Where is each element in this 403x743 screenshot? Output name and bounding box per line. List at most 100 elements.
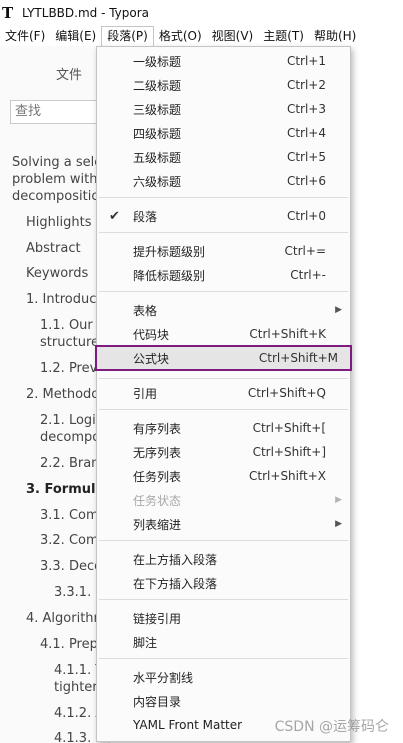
menu-item-label: 在上方插入段落 — [133, 552, 218, 567]
window-title: LYTLBBD.md - Typora — [22, 6, 150, 20]
menu-item-heading-5[interactable]: 五级标题 Ctrl+5 — [97, 146, 350, 168]
menu-item-shortcut: Ctrl+= — [284, 244, 326, 258]
outline-item[interactable]: 1.2. Previ — [40, 360, 101, 377]
menu-item-promote-heading[interactable]: 提升标题级别 Ctrl+= — [97, 240, 350, 262]
menu-separator — [99, 378, 348, 379]
title-bar: T LYTLBBD.md - Typora — [0, 0, 403, 26]
menu-paragraph[interactable]: 段落(P) — [101, 26, 154, 46]
menu-item-label: YAML Front Matter — [133, 718, 243, 732]
submenu-arrow-icon: ▶ — [335, 519, 342, 529]
menu-separator — [99, 599, 348, 600]
outline-item[interactable]: decompo — [40, 429, 100, 446]
outline-item[interactable]: tighter — [54, 679, 98, 696]
menu-item-label: 代码块 — [133, 327, 170, 342]
paragraph-menu: 一级标题 Ctrl+1 二级标题 Ctrl+2 三级标题 Ctrl+3 四级标题… — [95, 46, 352, 742]
menu-item-heading-4[interactable]: 四级标题 Ctrl+4 — [97, 122, 350, 144]
menu-item-label: 公式块 — [133, 351, 170, 366]
menu-item-task-list[interactable]: 任务列表 Ctrl+Shift+X — [97, 465, 350, 487]
menu-item-label: 脚注 — [133, 635, 158, 650]
menu-item-shortcut: Ctrl+Shift+X — [249, 469, 326, 483]
outline-item-methodology[interactable]: 2. Methodo — [26, 386, 99, 403]
menu-item-shortcut: Ctrl+Shift+[ — [252, 421, 326, 435]
menu-item-horizontal-rule[interactable]: 水平分割线 — [97, 666, 350, 688]
outline-item-highlights[interactable]: Highlights — [26, 214, 91, 231]
menu-item-label: 内容目录 — [133, 694, 182, 709]
outline-item-algorithm[interactable]: 4. Algorithr — [26, 610, 99, 627]
menu-item-label: 任务列表 — [133, 469, 182, 484]
menu-item-label: 有序列表 — [133, 421, 182, 436]
menu-item-heading-3[interactable]: 三级标题 Ctrl+3 — [97, 98, 350, 120]
typora-logo-icon: T — [2, 4, 14, 22]
outline-item[interactable]: 2.1. Logic — [40, 412, 103, 429]
menu-separator — [99, 658, 348, 659]
menu-view[interactable]: 视图(V) — [207, 26, 259, 46]
menu-item-paragraph[interactable]: ✔ 段落 Ctrl+0 — [97, 205, 350, 227]
menu-item-task-status: 任务状态 ▶ — [97, 489, 350, 511]
menu-item-ordered-list[interactable]: 有序列表 Ctrl+Shift+[ — [97, 417, 350, 439]
menu-item-math-block[interactable]: 公式块 Ctrl+Shift+M — [95, 345, 352, 371]
menu-item-label: 提升标题级别 — [133, 244, 206, 259]
menu-item-demote-heading[interactable]: 降低标题级别 Ctrl+- — [97, 264, 350, 286]
menu-item-link-reference[interactable]: 链接引用 — [97, 607, 350, 629]
menu-item-heading-1[interactable]: 一级标题 Ctrl+1 — [97, 50, 350, 72]
menu-separator — [99, 232, 348, 233]
files-tab[interactable]: 文件 — [56, 64, 82, 83]
menu-item-unordered-list[interactable]: 无序列表 Ctrl+Shift+] — [97, 441, 350, 463]
menu-item-shortcut: Ctrl+5 — [286, 150, 326, 164]
menu-item-shortcut: Ctrl+Shift+] — [252, 445, 326, 459]
menu-item-shortcut: Ctrl+1 — [286, 54, 326, 68]
menu-item-label: 一级标题 — [133, 54, 182, 69]
menu-format[interactable]: 格式(O) — [154, 26, 207, 46]
menu-item-table-of-contents[interactable]: 内容目录 — [97, 690, 350, 712]
menu-item-shortcut: Ctrl+4 — [286, 126, 326, 140]
menu-item-shortcut: Ctrl+Shift+M — [258, 351, 338, 365]
sidebar: 文件 查找 Solving a sele problem with decomp… — [0, 46, 110, 743]
checkmark-icon: ✔ — [109, 208, 120, 224]
menu-item-quote[interactable]: 引用 Ctrl+Shift+Q — [97, 382, 350, 404]
submenu-arrow-icon: ▶ — [335, 305, 342, 315]
menu-item-shortcut: Ctrl+3 — [286, 102, 326, 116]
menu-separator — [99, 540, 348, 541]
menu-theme[interactable]: 主题(T) — [258, 26, 309, 46]
menu-item-shortcut: Ctrl+- — [290, 268, 326, 282]
menu-item-shortcut: Ctrl+6 — [286, 174, 326, 188]
outline-item[interactable]: 1.1. Our c — [40, 317, 104, 334]
menu-item-insert-paragraph-above[interactable]: 在上方插入段落 — [97, 548, 350, 570]
search-input[interactable]: 查找 — [10, 100, 109, 124]
menu-item-shortcut: Ctrl+Shift+Q — [247, 386, 326, 400]
menu-item-label: 在下方插入段落 — [133, 576, 218, 591]
menu-item-code-block[interactable]: 代码块 Ctrl+Shift+K — [97, 323, 350, 345]
outline-item-abstract[interactable]: Abstract — [26, 240, 81, 257]
csdn-watermark: CSDN @运筹码仑 — [274, 719, 389, 735]
outline-item[interactable]: 3.3. Deco — [40, 558, 102, 575]
outline-item-introduction[interactable]: 1. Introduct — [26, 291, 101, 308]
menu-help[interactable]: 帮助(H) — [309, 26, 361, 46]
menu-item-heading-2[interactable]: 二级标题 Ctrl+2 — [97, 74, 350, 96]
menu-item-footnote[interactable]: 脚注 — [97, 631, 350, 653]
menu-item-label: 无序列表 — [133, 445, 182, 460]
menu-item-shortcut: Ctrl+Shift+K — [249, 327, 326, 341]
menu-separator — [99, 291, 348, 292]
menu-separator — [99, 197, 348, 198]
menu-item-label: 二级标题 — [133, 78, 182, 93]
menu-item-insert-paragraph-below[interactable]: 在下方插入段落 — [97, 572, 350, 594]
menu-item-label: 五级标题 — [133, 150, 182, 165]
menu-item-heading-6[interactable]: 六级标题 Ctrl+6 — [97, 170, 350, 192]
outline-item[interactable]: 4.1. Prepr — [40, 636, 103, 653]
menu-bar: 文件(F) 编辑(E) 段落(P) 格式(O) 视图(V) 主题(T) 帮助(H… — [0, 26, 403, 46]
menu-item-label: 六级标题 — [133, 174, 182, 189]
menu-item-label: 水平分割线 — [133, 670, 194, 685]
menu-item-list-indent[interactable]: 列表缩进 ▶ — [97, 513, 350, 535]
menu-item-table[interactable]: 表格 ▶ — [97, 299, 350, 321]
menu-edit[interactable]: 编辑(E) — [50, 26, 101, 46]
submenu-arrow-icon: ▶ — [335, 495, 342, 505]
outline-item-formulation-active[interactable]: 3. Formula — [26, 481, 104, 498]
menu-item-label: 链接引用 — [133, 611, 182, 626]
menu-item-shortcut: Ctrl+2 — [286, 78, 326, 92]
menu-separator — [99, 409, 348, 410]
menu-file[interactable]: 文件(F) — [0, 26, 50, 46]
menu-item-label: 引用 — [133, 386, 158, 401]
menu-item-label: 列表缩进 — [133, 517, 182, 532]
outline-item[interactable]: structure — [40, 334, 99, 351]
outline-item-keywords[interactable]: Keywords — [26, 265, 88, 282]
